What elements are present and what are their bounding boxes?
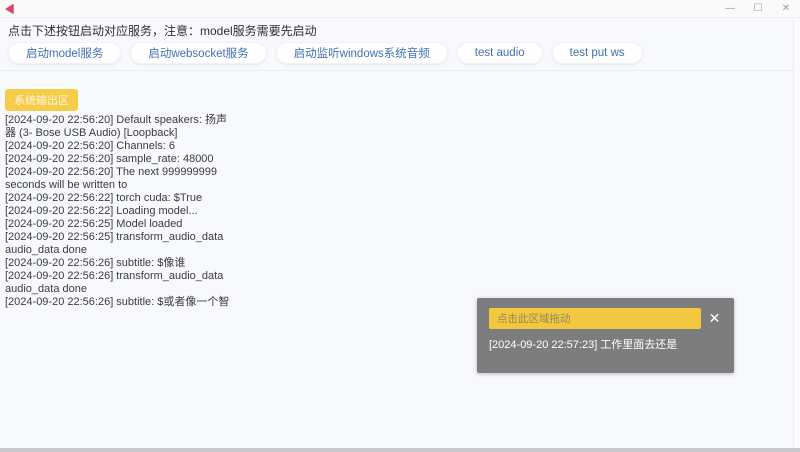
minimize-button[interactable]: — bbox=[716, 0, 744, 18]
log-line: [2024-09-20 22:56:20] Channels: 6 bbox=[5, 140, 176, 152]
subtitle-overlay-panel: 点击此区域拖动 ✕ [2024-09-20 22:57:23] 工作里面去还是 bbox=[477, 298, 734, 373]
close-button[interactable]: ✕ bbox=[772, 0, 800, 18]
log-line: audio_data done bbox=[5, 244, 87, 256]
log-line: [2024-09-20 22:56:25] transform_audio_da… bbox=[5, 231, 224, 243]
log-line: audio_data done bbox=[5, 283, 87, 295]
log-line: [2024-09-20 22:56:20] The next 999999999 bbox=[5, 166, 218, 178]
maximize-button[interactable]: ☐ bbox=[744, 0, 772, 18]
vertical-scrollbar[interactable] bbox=[793, 19, 800, 448]
start-websocket-service-button[interactable]: 启动websocket服务 bbox=[130, 42, 267, 64]
instruction-text: 点击下述按钮启动对应服务，注意：model服务需要先启动 bbox=[8, 24, 317, 38]
toolbar: 启动model服务 启动websocket服务 启动监听windows系统音频 … bbox=[8, 42, 643, 64]
app-logo-icon bbox=[5, 3, 13, 14]
log-line: [2024-09-20 22:56:25] Model loaded bbox=[5, 218, 183, 230]
log-line: [2024-09-20 22:56:26] transform_audio_da… bbox=[5, 270, 224, 282]
start-model-service-button[interactable]: 启动model服务 bbox=[8, 42, 122, 64]
log-line: [2024-09-20 22:56:22] Loading model... bbox=[5, 205, 198, 217]
log-line: [2024-09-20 22:56:26] subtitle: $像谁 bbox=[5, 257, 186, 269]
section-divider bbox=[0, 70, 800, 71]
log-line: [2024-09-20 22:56:20] sample_rate: 48000 bbox=[5, 153, 214, 165]
log-line: [2024-09-20 22:56:26] subtitle: $或者像一个智 bbox=[5, 296, 230, 308]
app-window: — ☐ ✕ 点击下述按钮启动对应服务，注意：model服务需要先启动 启动mod… bbox=[0, 0, 800, 452]
log-line: [2024-09-20 22:56:22] torch cuda: $True bbox=[5, 192, 203, 204]
header-row: 点击下述按钮启动对应服务，注意：model服务需要先启动 bbox=[0, 19, 792, 38]
start-listen-windows-audio-button[interactable]: 启动监听windows系统音频 bbox=[275, 42, 448, 64]
subtitle-message: [2024-09-20 22:57:23] 工作里面去还是 bbox=[489, 339, 678, 351]
test-put-ws-button[interactable]: test put ws bbox=[551, 42, 643, 64]
log-line: 器 (3- Bose USB Audio) [Loopback] bbox=[5, 127, 178, 139]
window-controls: — ☐ ✕ bbox=[716, 0, 800, 18]
panel-close-icon[interactable]: ✕ bbox=[704, 308, 725, 329]
system-output-label: 系统输出区 bbox=[5, 89, 78, 111]
log-line: seconds will be written to bbox=[5, 179, 128, 191]
log-output-area: [2024-09-20 22:56:20] Default speakers: … bbox=[5, 114, 235, 309]
log-line: [2024-09-20 22:56:20] Default speakers: … bbox=[5, 114, 227, 126]
window-bottom-edge bbox=[0, 448, 800, 452]
drag-handle[interactable]: 点击此区域拖动 bbox=[489, 308, 701, 329]
title-bar: — ☐ ✕ bbox=[0, 0, 800, 18]
test-audio-button[interactable]: test audio bbox=[456, 42, 543, 64]
